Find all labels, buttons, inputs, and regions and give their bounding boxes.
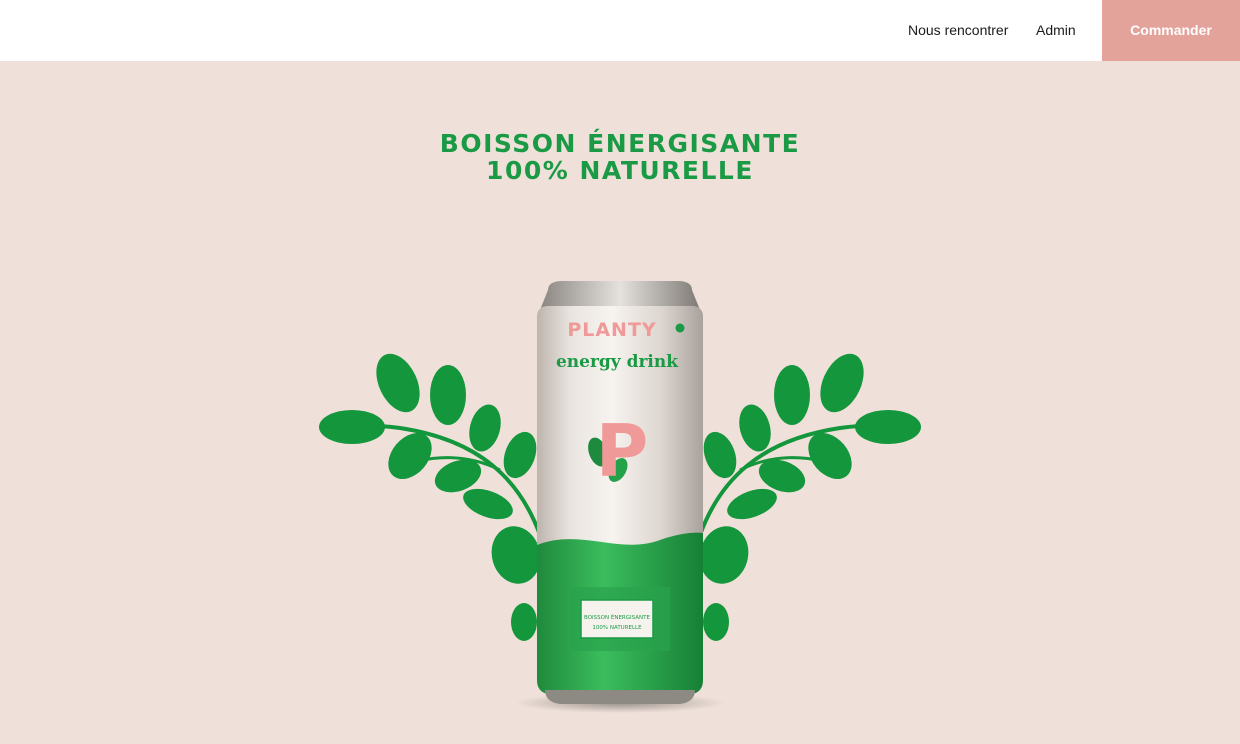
can-label-line-2: 100% NATURELLE (592, 625, 642, 631)
can-monogram: P (596, 409, 649, 493)
can-subtitle-text: energy drink (556, 352, 679, 372)
can-brand-text: PLANTY (567, 319, 656, 341)
right-leaf-branch (698, 353, 921, 641)
left-leaf-branch (319, 353, 542, 641)
can-label-line-1: BOISSON ÉNERGISANTE (584, 613, 650, 621)
product-illustration: PLANTY energy drink P BOISSON ÉNERGISANT… (319, 281, 921, 713)
can-brand-leaf-icon (675, 323, 685, 333)
